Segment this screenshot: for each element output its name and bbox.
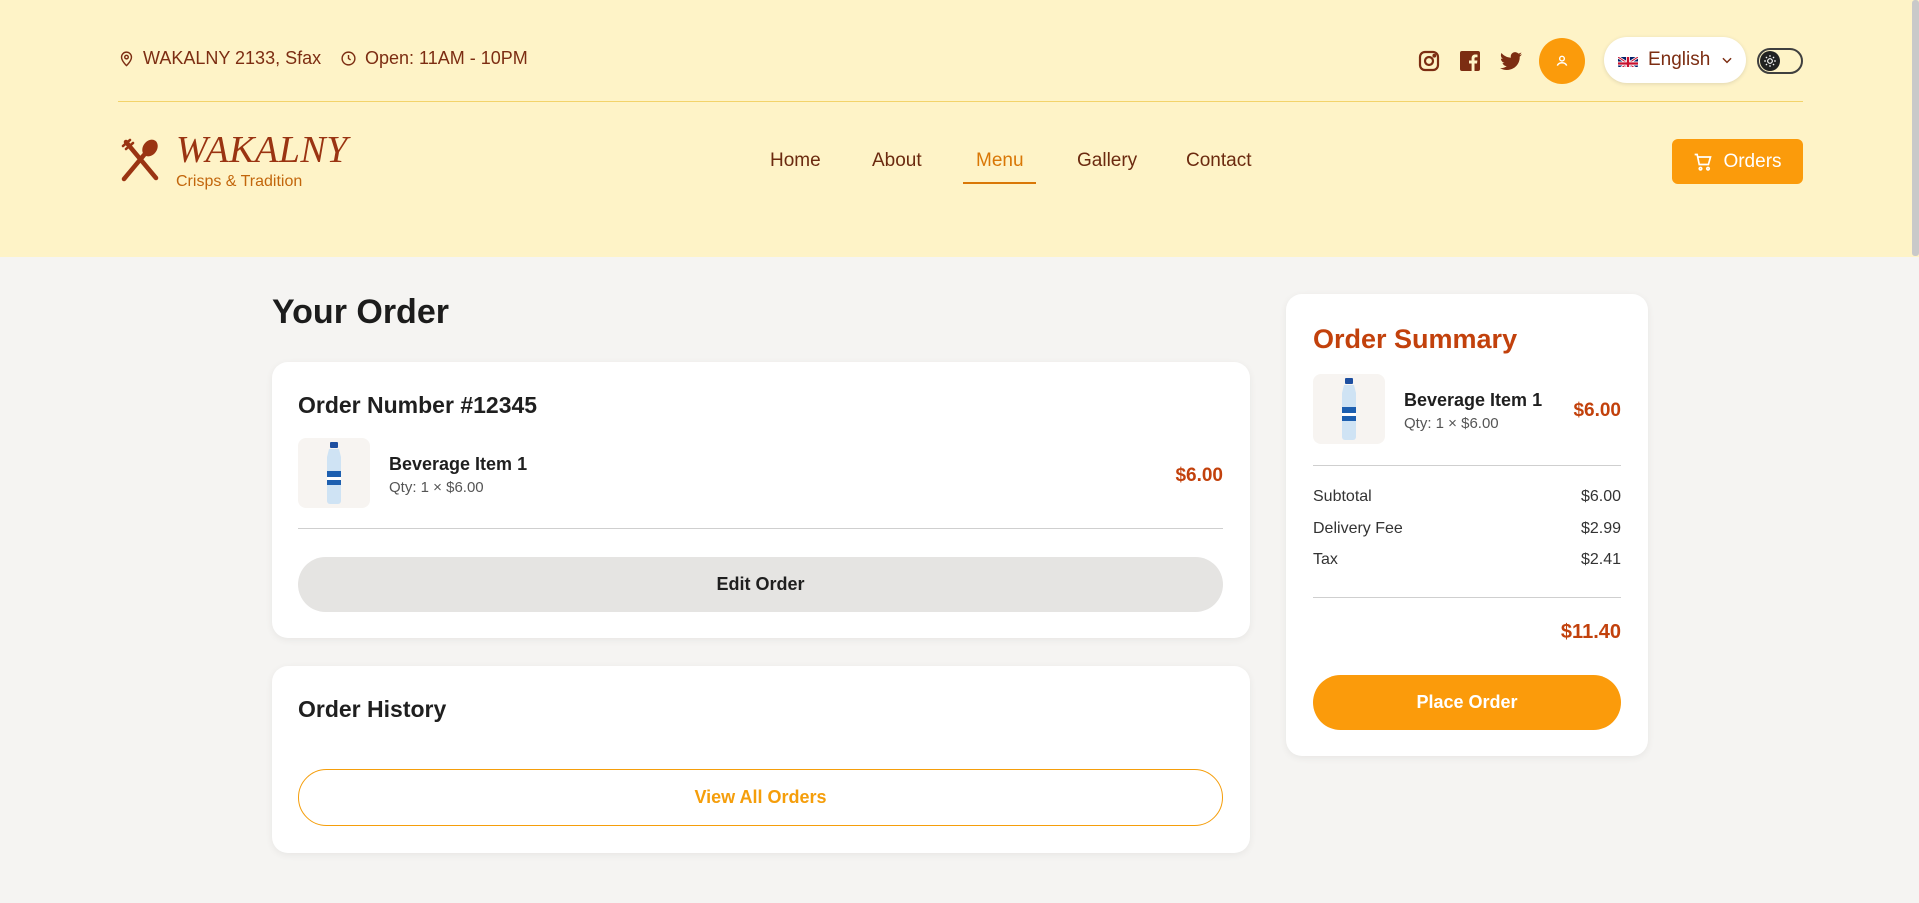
water-bottle-icon (1342, 378, 1356, 440)
utensils-logo-icon (121, 138, 159, 182)
order-history-card: Order History View All Orders (272, 666, 1250, 853)
divider (298, 528, 1223, 529)
item-qty: Qty: 1 × $6.00 (389, 479, 484, 496)
nav-home[interactable]: Home (770, 150, 821, 172)
site-header: WAKALNY 2133, Sfax Open: 11AM - 10PM Eng… (0, 0, 1919, 257)
subtotal-row: Subtotal $6.00 (1313, 488, 1621, 506)
map-pin-icon (120, 51, 133, 67)
delivery-fee-row: Delivery Fee $2.99 (1313, 520, 1621, 538)
cart-icon (1695, 153, 1713, 171)
summary-item-name: Beverage Item 1 (1404, 390, 1543, 410)
nav-menu[interactable]: Menu (976, 150, 1024, 172)
summary-title: Order Summary (1313, 324, 1518, 354)
divider (1313, 465, 1621, 466)
orders-label: Orders (1723, 150, 1782, 172)
instagram-icon[interactable] (1416, 48, 1442, 74)
subtotal-value: $6.00 (1580, 488, 1621, 505)
address-text: WAKALNY 2133, Sfax (143, 48, 322, 68)
sun-icon (1760, 51, 1780, 71)
place-order-button[interactable]: Place Order (1313, 675, 1621, 730)
scrollbar[interactable] (1912, 0, 1919, 256)
orders-button[interactable]: Orders (1672, 139, 1803, 184)
brand-tagline: Crisps & Tradition (176, 173, 303, 190)
divider (1313, 597, 1621, 598)
language-selector[interactable]: English (1604, 37, 1746, 83)
water-bottle-icon (327, 442, 341, 504)
subtotal-label: Subtotal (1313, 488, 1372, 505)
current-order-card: Order Number #12345 Beverage Item 1 Qty:… (272, 362, 1250, 638)
tax-row: Tax $2.41 (1313, 551, 1621, 569)
summary-item-price: $6.00 (1573, 400, 1621, 421)
address-info: WAKALNY 2133, Sfax (118, 48, 321, 69)
nav-contact[interactable]: Contact (1186, 150, 1251, 172)
summary-item-qty: Qty: 1 × $6.00 (1404, 415, 1499, 432)
order-history-title: Order History (298, 696, 447, 722)
tax-label: Tax (1313, 551, 1338, 568)
item-name: Beverage Item 1 (389, 454, 528, 474)
clock-icon (341, 51, 356, 66)
chevron-down-icon (1722, 57, 1732, 64)
hours-info: Open: 11AM - 10PM (340, 48, 528, 69)
delivery-fee-label: Delivery Fee (1313, 520, 1403, 537)
page-title: Your Order (272, 293, 449, 331)
hours-text: Open: 11AM - 10PM (365, 48, 528, 68)
order-summary-card: Order Summary Beverage Item 1 Qty: 1 × $… (1286, 294, 1648, 756)
order-total: $11.40 (1560, 621, 1621, 643)
delivery-fee-value: $2.99 (1580, 520, 1621, 537)
item-thumbnail (298, 438, 370, 508)
twitter-icon[interactable] (1498, 48, 1524, 74)
item-price: $6.00 (1175, 465, 1223, 486)
facebook-icon[interactable] (1457, 48, 1483, 74)
nav-about[interactable]: About (872, 150, 922, 172)
language-label: English (1648, 49, 1711, 70)
uk-flag-icon (1618, 54, 1638, 67)
view-all-orders-button[interactable]: View All Orders (298, 769, 1223, 826)
nav-gallery[interactable]: Gallery (1077, 150, 1137, 172)
user-icon (1556, 55, 1568, 66)
order-number: Order Number #12345 (298, 392, 538, 418)
nav-active-underline (963, 182, 1036, 184)
edit-order-button[interactable]: Edit Order (298, 557, 1223, 612)
summary-item-thumbnail (1313, 374, 1385, 444)
theme-toggle[interactable] (1757, 48, 1803, 74)
brand-name[interactable]: WAKALNY (176, 128, 348, 172)
user-account-button[interactable] (1539, 38, 1585, 84)
tax-value: $2.41 (1580, 551, 1621, 568)
